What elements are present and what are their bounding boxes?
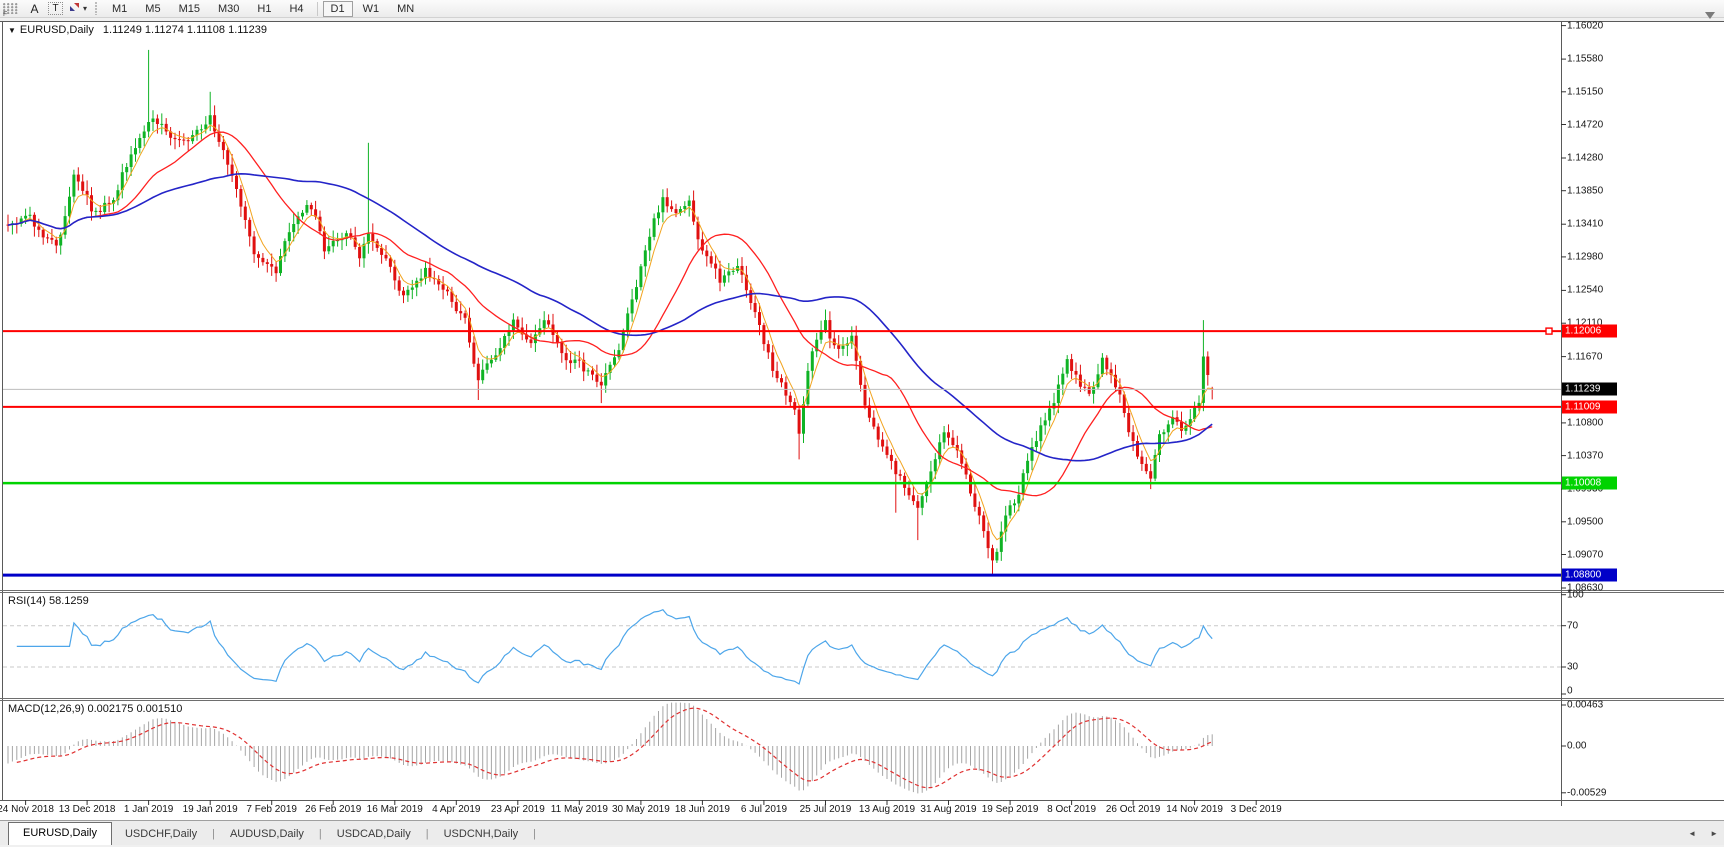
timeframe-button-mn[interactable]: MN (389, 1, 422, 17)
toolbar-separator (95, 2, 98, 15)
timeframe-button-h1[interactable]: H1 (249, 1, 279, 17)
chart-tab-usdcad[interactable]: USDCAD,Daily (324, 824, 424, 845)
timeframe-button-h4[interactable]: H4 (281, 1, 311, 17)
chart-tab-bar: EURUSD,Daily USDCHF,Daily | AUDUSD,Daily | US… (0, 820, 1724, 845)
chart-tab-audusd[interactable]: AUDUSD,Daily (217, 824, 317, 845)
chart-tab-usdchf[interactable]: USDCHF,Daily (112, 824, 210, 845)
text-label-tool-button[interactable]: A (26, 1, 43, 16)
chart-tab-eurusd[interactable]: EURUSD,Daily (8, 822, 112, 845)
timeframe-button-w1[interactable]: W1 (355, 1, 388, 17)
top-toolbar: F A T ▾ M1 M5 M15 M30 H1 H4 D1 W1 MN (0, 0, 1724, 18)
price-chart-canvas[interactable] (0, 0, 1724, 847)
tab-separator: | (533, 828, 537, 840)
timeframe-group: M1 M5 M15 M30 H1 H4 D1 W1 MN (103, 0, 423, 17)
timeframe-button-m30[interactable]: M30 (210, 1, 247, 17)
arrows-tool-button[interactable]: ▾ (68, 1, 87, 16)
tab-separator: | (212, 828, 215, 840)
tab-scroll-left-icon[interactable]: ◄ (1688, 829, 1696, 838)
chevron-down-icon: ▾ (83, 4, 88, 13)
mt4-terminal: { "toolbar": { "grip_label": "F", "text_… (0, 0, 1724, 847)
tab-scroll-right-icon[interactable]: ► (1710, 829, 1718, 838)
arrows-tool-icon (68, 1, 81, 16)
chart-shift-marker-icon[interactable] (1705, 12, 1715, 19)
toolbar-separator (316, 1, 318, 16)
timeframe-button-m1[interactable]: M1 (104, 1, 135, 17)
timeframe-button-m15[interactable]: M15 (171, 1, 208, 17)
tab-separator: | (318, 828, 322, 840)
tab-separator: | (425, 828, 429, 840)
toolbar-grip[interactable]: F (3, 3, 19, 18)
chart-tabs: EURUSD,Daily USDCHF,Daily | AUDUSD,Daily | US… (0, 822, 538, 845)
tab-scroll-buttons: ◄ ► (1688, 829, 1718, 838)
timeframe-button-d1[interactable]: D1 (322, 0, 353, 17)
toolbar-grip-label: F (3, 11, 8, 18)
chart-tab-usdcnh[interactable]: USDCNH,Daily (431, 824, 532, 845)
timeframe-button-m5[interactable]: M5 (137, 1, 168, 17)
text-object-tool-button[interactable]: T (47, 1, 64, 16)
